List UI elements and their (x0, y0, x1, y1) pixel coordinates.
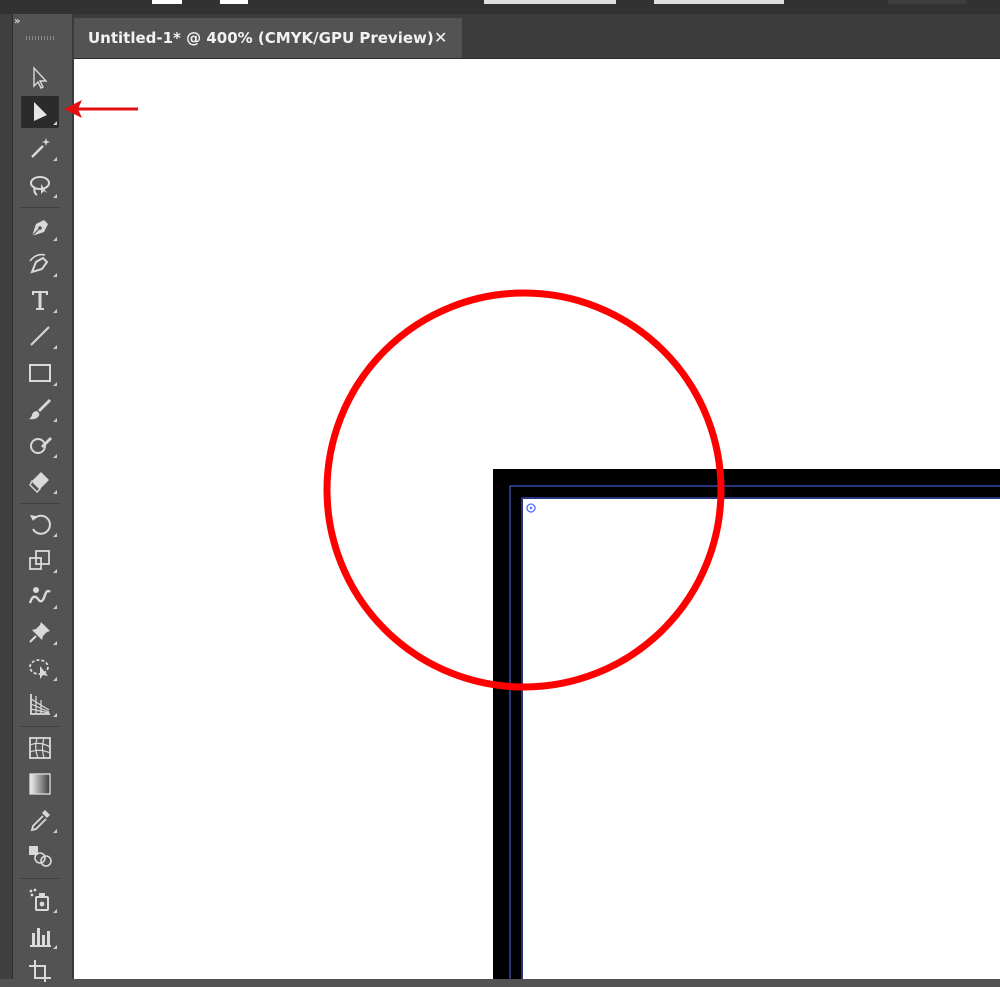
mesh-tool[interactable] (21, 732, 59, 764)
perspective-grid-tool[interactable] (21, 688, 59, 720)
symbol-sprayer-tool[interactable] (21, 884, 59, 916)
close-tab-icon[interactable]: ✕ (434, 28, 447, 47)
stroke-swatch[interactable] (220, 0, 248, 4)
eyedropper-tool[interactable] (21, 804, 59, 836)
blend-icon (29, 846, 52, 867)
tools-separator (20, 503, 60, 504)
artboard-tool[interactable] (21, 955, 59, 987)
type-icon (32, 291, 48, 310)
panel-grip[interactable] (26, 36, 56, 40)
lasso-icon (30, 176, 50, 196)
black-stroke-path[interactable] (493, 469, 1000, 979)
artwork (493, 469, 1000, 979)
perspective-grid-icon (30, 694, 50, 715)
fill-swatch[interactable] (152, 0, 182, 4)
rotate-tool[interactable] (21, 508, 59, 540)
symbol-sprayer-icon (29, 888, 49, 911)
style-field[interactable] (654, 0, 784, 4)
warp-tool[interactable] (21, 580, 59, 612)
tools-panel-edge (0, 14, 13, 979)
artboard-canvas[interactable] (74, 59, 1000, 979)
shaper-tool[interactable] (21, 429, 59, 461)
scale-icon (29, 550, 50, 570)
column-graph-icon (30, 928, 51, 947)
gradient-tool[interactable] (21, 768, 59, 800)
type-tool[interactable] (21, 284, 59, 316)
direct-selection-tool[interactable] (21, 96, 59, 128)
column-graph-tool[interactable] (21, 920, 59, 952)
eraser-tool[interactable] (21, 465, 59, 497)
line-segment-tool[interactable] (21, 320, 59, 352)
direct-selection-arrow-icon (34, 102, 47, 121)
paintbrush-tool[interactable] (21, 393, 59, 425)
corner-widget-dot (529, 506, 533, 510)
shaper-icon (30, 437, 52, 454)
magic-wand-tool[interactable] (21, 132, 59, 164)
selection-tool[interactable] (21, 62, 59, 94)
selected-path-inner-outline (521, 497, 1000, 979)
selection-arrow-icon (33, 66, 48, 89)
document-tab[interactable]: Untitled-1* @ 400% (CMYK/GPU Preview) ✕ (74, 18, 462, 58)
eraser-icon (29, 472, 49, 493)
document-tab-bar: Untitled-1* @ 400% (CMYK/GPU Preview) ✕ (74, 14, 1000, 59)
document-tab-title: Untitled-1* @ 400% (CMYK/GPU Preview) (88, 29, 434, 47)
tools-separator (20, 878, 60, 879)
blend-tool[interactable] (21, 840, 59, 872)
rectangle-tool[interactable] (21, 357, 59, 389)
lasso-tool[interactable] (21, 169, 59, 201)
gradient-icon (29, 773, 51, 795)
collapse-panel-button[interactable]: » (14, 16, 21, 27)
paintbrush-icon (29, 399, 51, 420)
stroke-weight-field[interactable] (484, 0, 616, 4)
pushpin-icon (29, 622, 50, 643)
control-bar-button[interactable] (888, 0, 966, 4)
rectangle-icon (29, 364, 51, 382)
pen-tool[interactable] (21, 212, 59, 244)
tools-separator (20, 207, 60, 208)
selected-path-outline (509, 485, 1000, 979)
curvature-tool[interactable] (21, 248, 59, 280)
scale-tool[interactable] (21, 544, 59, 576)
puppet-warp-tool[interactable] (21, 616, 59, 648)
free-transform-icon (29, 659, 49, 679)
free-transform-tool[interactable] (21, 652, 59, 684)
tools-separator (20, 726, 60, 727)
mesh-icon (29, 737, 51, 759)
line-segment-icon (30, 326, 50, 346)
magic-wand-icon (31, 138, 50, 158)
artboard-icon (29, 960, 51, 982)
curvature-pen-icon (29, 253, 49, 274)
control-bar (0, 0, 1000, 14)
rotate-icon (30, 514, 51, 535)
warp-icon (28, 587, 51, 604)
pen-icon (31, 220, 48, 237)
eyedropper-icon (30, 810, 50, 832)
